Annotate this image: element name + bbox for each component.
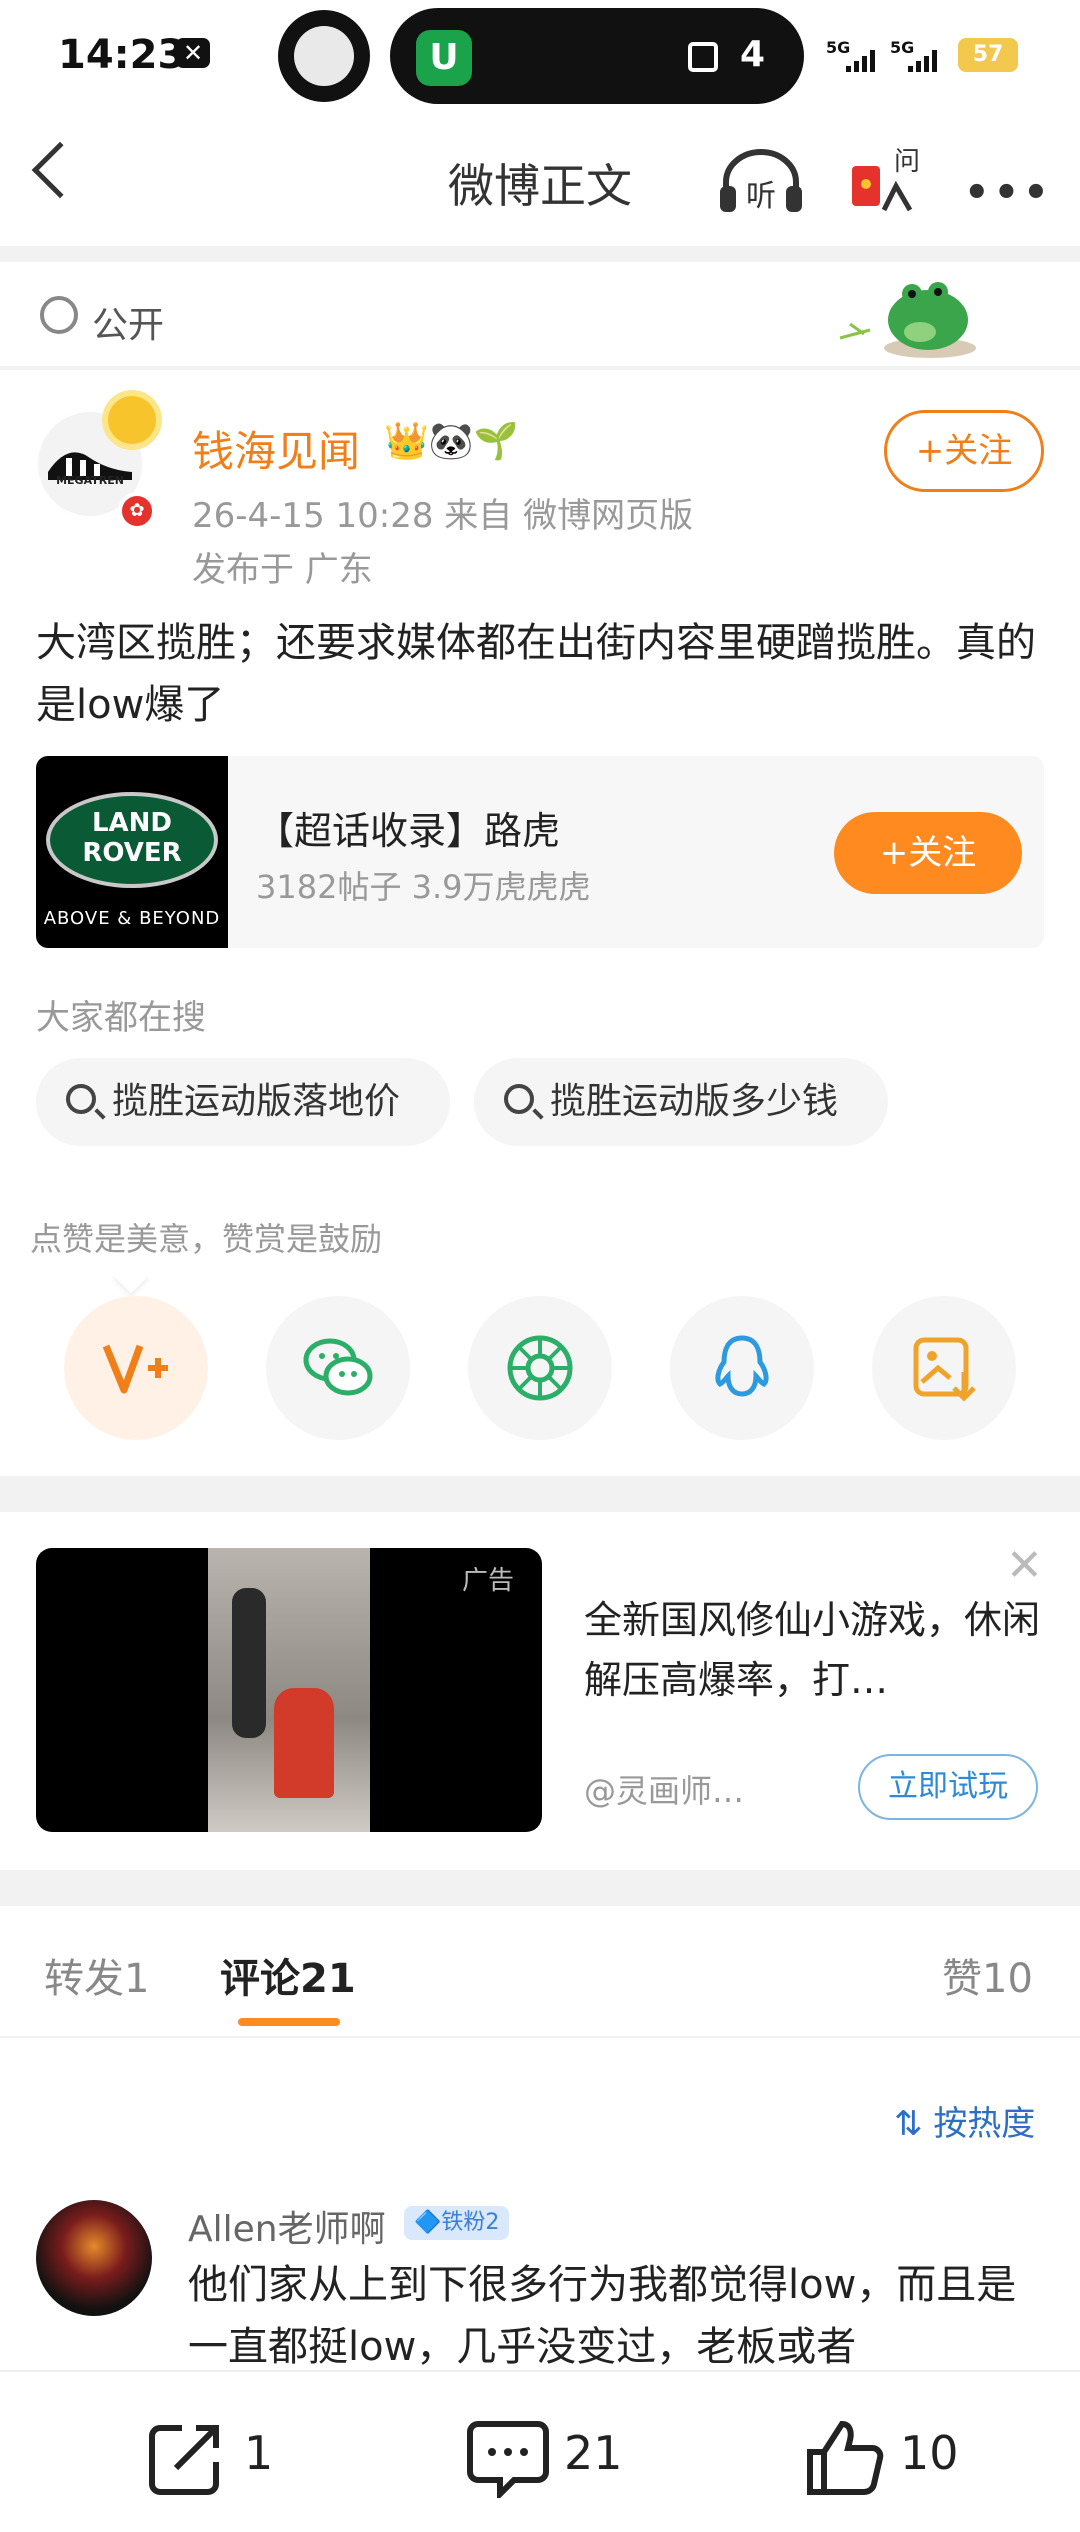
search-icon — [504, 1084, 534, 1114]
logo-line-2: ROVER — [82, 838, 182, 868]
share-moments-button[interactable] — [468, 1296, 612, 1440]
search-chip-label: 揽胜运动版落地价 — [112, 1081, 401, 1122]
share-qq-button[interactable] — [670, 1296, 814, 1440]
tip-arrow — [112, 1256, 150, 1294]
like-count[interactable]: 10 — [900, 2426, 959, 2480]
try-now-button[interactable]: 立即试玩 — [858, 1754, 1038, 1820]
land-rover-logo: LAND ROVER ABOVE & BEYOND — [36, 756, 228, 948]
app-u-icon: U — [416, 30, 472, 86]
divider — [0, 246, 1080, 262]
tab-like[interactable]: 赞10 — [942, 1946, 1033, 2004]
follow-author-button[interactable]: +关注 — [884, 410, 1044, 492]
search-chip[interactable]: 揽胜运动版落地价 — [36, 1058, 450, 1146]
logo-tagline: ABOVE & BEYOND — [43, 908, 221, 929]
reward-tip: 点赞是美意，赞赏是鼓励 — [30, 1220, 383, 1258]
divider — [0, 366, 1080, 370]
commenter-name[interactable]: Allen老师啊 — [188, 2200, 386, 2252]
logo-line-1: LAND — [91, 808, 173, 838]
post-time-source: 26-4-15 10:28 来自 微博网页版 — [192, 496, 694, 536]
search-chip[interactable]: 揽胜运动版多少钱 — [474, 1058, 888, 1146]
save-image-button[interactable] — [872, 1296, 1016, 1440]
post-location: 发布于 广东 — [192, 550, 373, 590]
sort-icon: ⇅ — [894, 2104, 923, 2144]
ad-source[interactable]: @灵画师… — [584, 1766, 744, 1812]
like-thumb-icon[interactable] — [804, 2418, 884, 2502]
verified-badge-icon: ✿ — [118, 492, 156, 530]
divider — [0, 2036, 1080, 2038]
signal-icon-2 — [908, 50, 937, 72]
topic-stats: 3182帖子 3.9万虎虎虎 — [256, 868, 591, 906]
more-options-icon[interactable]: ••• — [964, 170, 1053, 216]
author-badges[interactable]: 👑🐼🌱 — [384, 420, 518, 462]
author-name[interactable]: 钱海见闻 — [192, 418, 360, 479]
reward-button[interactable] — [64, 1296, 208, 1440]
repost-icon[interactable] — [146, 2418, 226, 2502]
comment-count[interactable]: 21 — [564, 2426, 623, 2480]
avatar-text: MEGATREN — [56, 474, 124, 487]
ask-redpacket-icon[interactable]: 问 — [848, 140, 920, 220]
ad-tag: 广告 — [462, 1566, 515, 1596]
ad-figure — [274, 1688, 334, 1798]
listen-label: 听 — [746, 179, 776, 214]
share-wechat-button[interactable] — [266, 1296, 410, 1440]
island-count: 4 — [740, 34, 766, 75]
trending-search-label: 大家都在搜 — [36, 998, 206, 1038]
search-chip-label: 揽胜运动版多少钱 — [550, 1081, 839, 1122]
save-image-icon — [913, 1337, 976, 1402]
search-icon — [66, 1084, 96, 1114]
close-ad-icon[interactable]: ✕ — [1006, 1540, 1043, 1591]
moments-icon — [507, 1335, 573, 1401]
reward-v-icon — [102, 1344, 168, 1394]
qq-icon — [715, 1335, 769, 1397]
ask-label: 问 — [894, 147, 920, 177]
active-tab-indicator — [238, 2018, 340, 2026]
sun-icon — [108, 396, 156, 444]
comment-text: 他们家从上到下很多行为我都觉得low，而且是一直都挺low，几乎没变过，老板或者 — [188, 2262, 1017, 2370]
commenter-avatar[interactable] — [36, 2200, 152, 2316]
listen-headphones-icon[interactable]: 听 — [718, 146, 804, 218]
signal-icon — [846, 50, 875, 72]
fan-badge: 🔷铁粉2 — [404, 2206, 510, 2240]
bag-icon — [688, 42, 718, 72]
status-time: 14:23 — [58, 32, 186, 78]
sort-label: 按热度 — [933, 2104, 1036, 2144]
tab-repost[interactable]: 转发1 — [44, 1946, 149, 2004]
ad-figure — [232, 1588, 266, 1738]
post-text: 大湾区揽胜；还要求媒体都在出街内容里硬蹭揽胜。真的是low爆了 — [36, 620, 1036, 728]
comment-icon[interactable] — [466, 2418, 550, 2502]
battery-icon: 57 — [958, 38, 1018, 72]
topic-title: 【超话收录】路虎 — [256, 809, 561, 853]
divider — [0, 1870, 1080, 1906]
wechat-icon — [303, 1338, 373, 1396]
notification-icon: ✕ — [176, 38, 210, 68]
divider — [0, 1476, 1080, 1512]
repost-count[interactable]: 1 — [244, 2426, 273, 2480]
tab-comment[interactable]: 评论21 — [220, 1946, 356, 2004]
visibility-label: 公开 — [92, 305, 165, 346]
sort-by-hot-button[interactable]: ⇅ 按热度 — [894, 2096, 1035, 2145]
topic-card[interactable]: LAND ROVER ABOVE & BEYOND 【超话收录】路虎 3182帖子… — [36, 756, 1044, 948]
frog-decoration-icon — [820, 268, 980, 364]
dynamic-island[interactable]: U 4 — [390, 8, 804, 104]
floating-app-icon[interactable] — [278, 10, 370, 102]
follow-topic-button[interactable]: +关注 — [834, 812, 1022, 894]
ad-video[interactable]: 广告 — [36, 1548, 542, 1832]
ad-text[interactable]: 全新国风修仙小游戏，休闲解压高爆率，打… — [584, 1590, 1044, 1710]
globe-icon — [40, 296, 78, 334]
